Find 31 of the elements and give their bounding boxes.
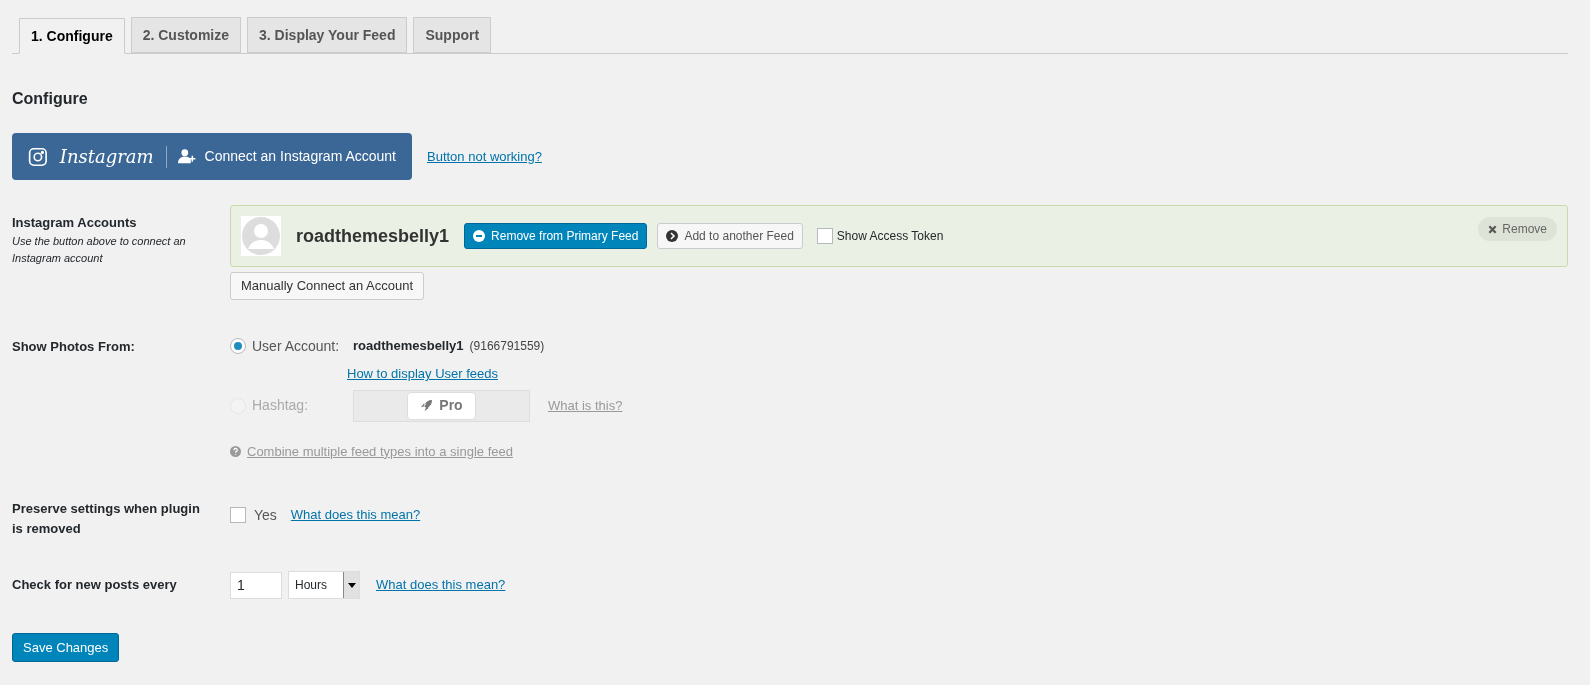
save-changes-button[interactable]: Save Changes [12, 633, 120, 662]
pro-badge: Pro [407, 391, 476, 420]
manual-connect-button[interactable]: Manually Connect an Account [230, 272, 424, 300]
field-label: Preserve settings when plugin is removed [12, 500, 201, 538]
unit-dropdown[interactable]: Hours [288, 571, 360, 599]
option-label: Hashtag: [252, 396, 310, 415]
interval-field[interactable]: 1 [230, 571, 282, 599]
section-heading: Configure [12, 89, 89, 109]
tab[interactable]: 3. Display Your Feed [247, 17, 408, 53]
add-feed-button[interactable]: Add to another Feed [657, 223, 803, 249]
help-link[interactable]: Combine multiple feed types into a single feed [247, 441, 513, 461]
account-id: (9166791559) [469, 338, 545, 355]
checkbox-label: Show Access Token [836, 228, 944, 245]
field-label: Show Photos From: [12, 338, 136, 356]
option-label: User Account: [252, 336, 341, 356]
checkbox-label: Yes [254, 505, 277, 525]
help-link[interactable]: What does this mean? [376, 575, 506, 595]
tab[interactable]: 1. Configure [19, 18, 125, 54]
help-link[interactable]: How to display User feeds [347, 364, 623, 384]
field-label: Check for new posts every [12, 576, 178, 595]
tab[interactable]: Support [413, 17, 492, 53]
remove-button[interactable]: Remove [1478, 217, 1557, 241]
connect-instagram-button[interactable]: Instagram Connect an Instagram Account [12, 133, 412, 180]
field-description: Use the button above to connect an Instagram account [12, 233, 187, 266]
help-link[interactable]: What does this mean? [290, 505, 421, 525]
account-username: roadthemesbelly1 [296, 224, 450, 248]
help-link[interactable]: Button not working? [427, 146, 542, 167]
remove-primary-button[interactable]: Remove from Primary Feed [464, 223, 648, 249]
tab[interactable]: 2. Customize [130, 17, 242, 53]
account-name: roadthemesbelly1 [353, 337, 464, 356]
field-label: Instagram Accounts [12, 214, 138, 232]
